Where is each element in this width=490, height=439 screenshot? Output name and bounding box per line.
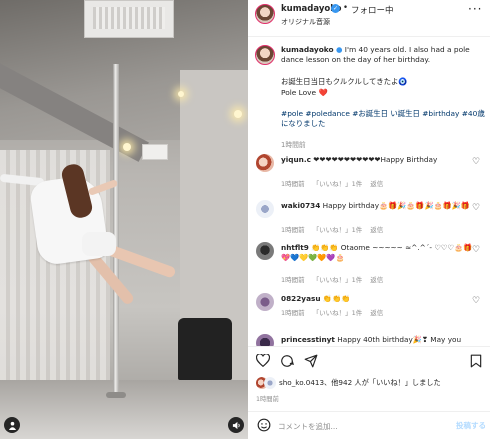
action-bar: [248, 346, 490, 376]
comment-meta: 1時間前 「いいね！」1件 返信: [281, 307, 391, 317]
dance-pole-base: [106, 392, 126, 398]
comment-like-count[interactable]: 「いいね！」1件: [313, 276, 363, 284]
post-sidebar: kumadayoko ✓ • フォロー中 オリジナル音源 ··· kumaday…: [248, 0, 490, 439]
likes-summary: sho_ko.0413、他942 人が「いいね！」しました: [248, 376, 490, 390]
comment-time: 1時間前: [281, 226, 305, 234]
following-button[interactable]: フォロー中: [351, 4, 394, 16]
video-floor: [0, 380, 248, 439]
heart-icon[interactable]: ♡: [472, 245, 480, 255]
audio-link[interactable]: オリジナル音源: [281, 17, 330, 27]
comment-time: 1時間前: [281, 309, 305, 317]
caption-timestamp: 1時間前: [281, 141, 306, 149]
bookmark-icon[interactable]: [470, 354, 482, 372]
heart-icon[interactable]: [255, 353, 271, 371]
emoji-icon[interactable]: [257, 418, 271, 435]
avatar[interactable]: [255, 4, 275, 24]
comment-body: 👏👏👏 Otaome ~~~~~ ≈^.^´- ♡♡♡🎂🎁💖💙💛💚🧡💜🎂: [281, 243, 473, 262]
post-timestamp: 1時間前: [256, 396, 279, 403]
comment-item: waki0734 Happy birthday🎂🎁🎉🎂🎁🎉🎂🎁🎉🎁 1時間前 「い…: [248, 198, 490, 243]
caption-text: kumadayoko ● I'm 40 years old. I also ha…: [281, 45, 481, 65]
comment-body: Happy birthday🎂🎁🎉🎂🎁🎉🎂🎁🎉🎁: [322, 201, 470, 210]
comment-input[interactable]: [278, 418, 438, 434]
comment-body: 👏👏👏: [322, 294, 351, 303]
comment-meta: 1時間前 「いいね！」1件 返信: [281, 178, 391, 188]
avatar[interactable]: [256, 154, 274, 172]
video-light: [123, 143, 131, 151]
comment-text: waki0734 Happy birthday🎂🎁🎉🎂🎁🎉🎂🎁🎉🎁: [281, 201, 473, 211]
caption-username[interactable]: kumadayoko: [281, 45, 334, 54]
avatar[interactable]: [255, 45, 275, 65]
post-header: kumadayoko ✓ • フォロー中 オリジナル音源 ···: [248, 0, 490, 37]
comment-item: 0822yasu 👏👏👏 1時間前 「いいね！」1件 返信 ♡: [248, 291, 490, 336]
heart-icon[interactable]: ♡: [472, 296, 480, 306]
avatar[interactable]: [264, 377, 276, 389]
video-light: [234, 110, 242, 118]
caption-hashtags[interactable]: #pole #poledance #お誕生日 い誕生日 #birthday #4…: [281, 109, 486, 129]
comment-username[interactable]: 0822yasu: [281, 294, 321, 303]
avatar[interactable]: [256, 293, 274, 311]
post-comment-button[interactable]: 投稿する: [456, 420, 486, 431]
avatar[interactable]: [256, 200, 274, 218]
comment-item: nhtflt9 👏👏👏 Otaome ~~~~~ ≈^.^´- ♡♡♡🎂🎁💖💙💛…: [248, 240, 490, 285]
reply-button[interactable]: 返信: [370, 309, 383, 317]
video-air-conditioner: [84, 0, 174, 38]
reply-button[interactable]: 返信: [370, 226, 383, 234]
comment-body: Happy 40th birthday🎉❣ May you: [337, 335, 462, 344]
video-ceiling-box: [142, 144, 168, 160]
caption-japanese: お誕生日当日もクルクルしてきたよ🧿: [281, 77, 408, 86]
comment-text: 0822yasu 👏👏👏: [281, 294, 473, 304]
dance-pole: [113, 64, 119, 398]
comment-icon[interactable]: [280, 354, 294, 372]
dancer-shorts: [82, 232, 116, 256]
comment-time: 1時間前: [281, 180, 305, 188]
comment-item: princesstinyt Happy 40th birthday🎉❣ May …: [248, 332, 490, 346]
comment-item: yiqun.c ❤❤❤❤❤❤❤❤❤❤❤Happy Birthday 1時間前 「い…: [248, 152, 490, 197]
comment-text: yiqun.c ❤❤❤❤❤❤❤❤❤❤❤Happy Birthday: [281, 155, 473, 165]
comment-username[interactable]: yiqun.c: [281, 155, 311, 164]
comment-like-count[interactable]: 「いいね！」1件: [313, 309, 363, 317]
speaker-icon[interactable]: [228, 417, 244, 433]
comment-username[interactable]: nhtflt9: [281, 243, 309, 252]
reply-button[interactable]: 返信: [370, 276, 383, 284]
comment-like-count[interactable]: 「いいね！」1件: [313, 180, 363, 188]
post-video[interactable]: [0, 0, 248, 439]
comment-meta: 1時間前 「いいね！」1件 返信: [281, 274, 391, 284]
video-chair: [178, 318, 232, 380]
user-tag-icon[interactable]: [4, 417, 20, 433]
heart-icon[interactable]: ♡: [472, 157, 480, 167]
video-light: [178, 91, 184, 97]
comment-bar: 投稿する: [248, 411, 490, 439]
comment-text: nhtflt9 👏👏👏 Otaome ~~~~~ ≈^.^´- ♡♡♡🎂🎁💖💙💛…: [281, 243, 473, 263]
reply-button[interactable]: 返信: [370, 180, 383, 188]
share-icon[interactable]: [304, 354, 318, 372]
comment-username[interactable]: princesstinyt: [281, 335, 335, 344]
more-options-button[interactable]: ···: [468, 2, 482, 16]
comment-meta: 1時間前 「いいね！」1件 返信: [281, 224, 391, 234]
comment-text: princesstinyt Happy 40th birthday🎉❣ May …: [281, 335, 473, 345]
avatar[interactable]: [256, 334, 274, 346]
comment-time: 1時間前: [281, 276, 305, 284]
likes-text[interactable]: sho_ko.0413、他942 人が「いいね！」しました: [279, 378, 441, 388]
comment-body: ❤❤❤❤❤❤❤❤❤❤❤Happy Birthday: [313, 155, 438, 164]
verified-badge-icon: ✓: [331, 4, 340, 13]
avatar[interactable]: [256, 242, 274, 260]
comment-like-count[interactable]: 「いいね！」1件: [313, 226, 363, 234]
header-separator: •: [343, 3, 349, 13]
comment-username[interactable]: waki0734: [281, 201, 320, 210]
verified-badge-icon: ●: [335, 45, 343, 54]
caption-pole-love: Pole Love ❤️: [281, 88, 328, 97]
heart-icon[interactable]: ♡: [472, 203, 480, 213]
